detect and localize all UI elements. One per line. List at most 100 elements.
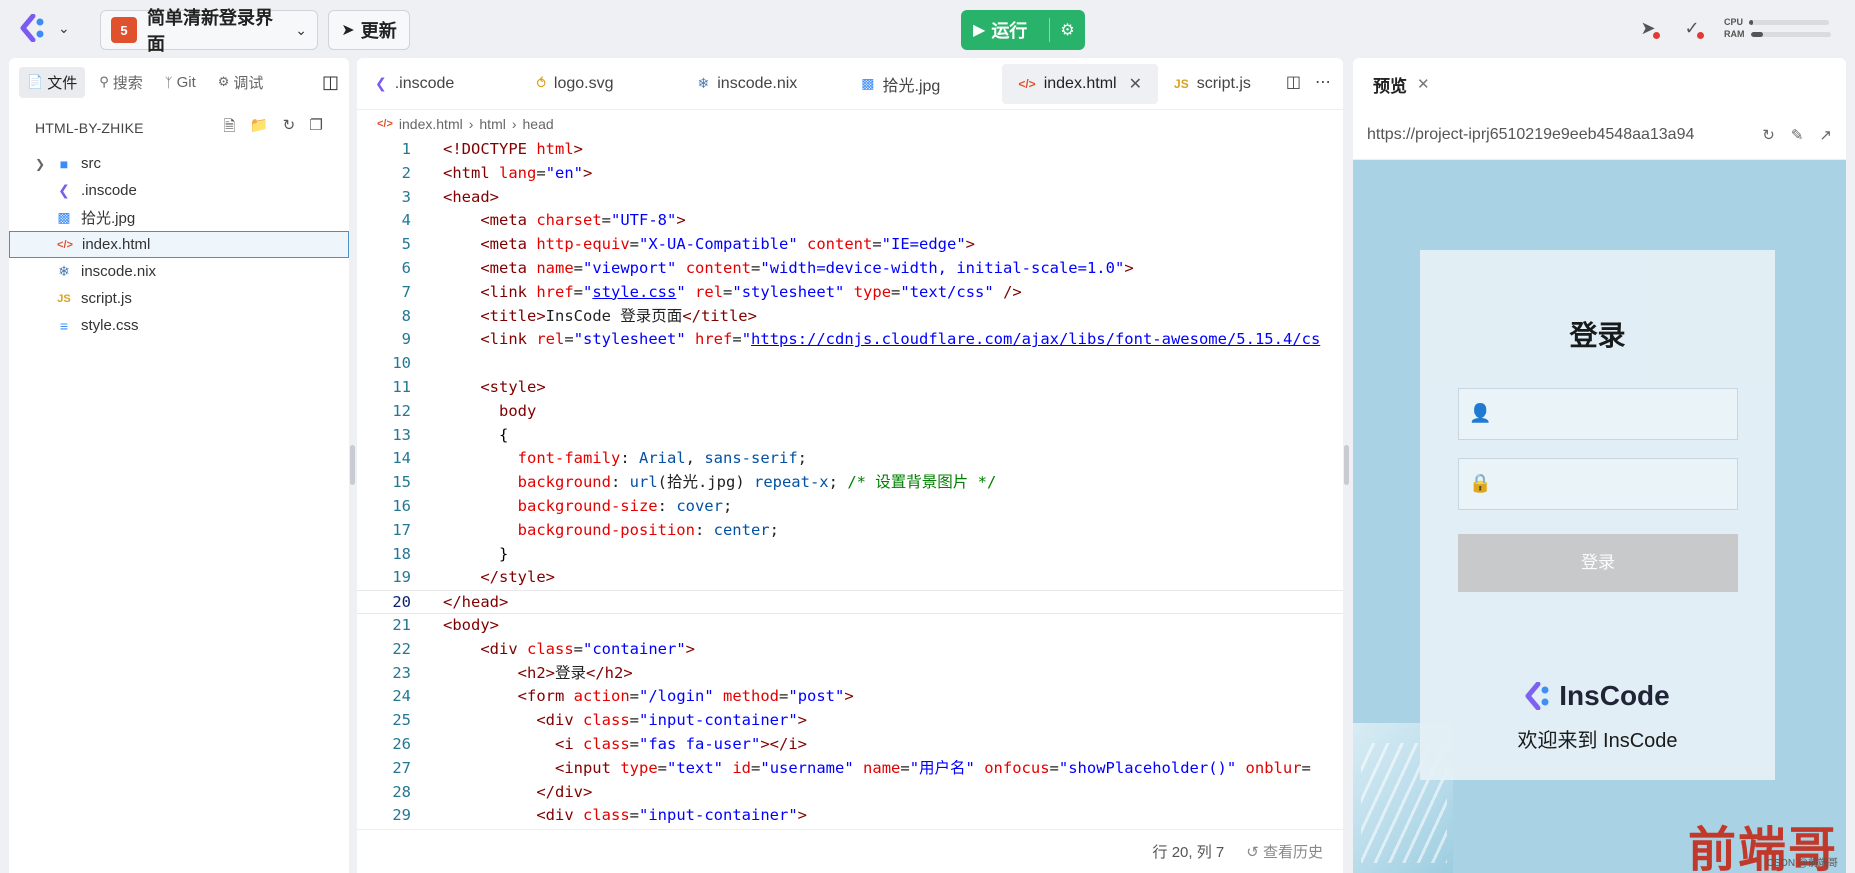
code-line: 17 background-position: center; <box>392 520 779 539</box>
code-line: 19 </style> <box>392 568 555 587</box>
welcome-text: 欢迎来到 InsCode <box>1517 730 1678 752</box>
code-line: 28 </div> <box>392 782 593 801</box>
code-area[interactable]: 1 <!DOCTYPE html> 2 <html lang="en"> 3 <hea… <box>357 138 1343 828</box>
tab-label: .inscode <box>394 74 455 92</box>
login-button[interactable]: 登录 <box>1458 534 1738 592</box>
nix-icon: ❄ <box>697 75 710 91</box>
password-input[interactable]: 🔒 <box>1458 458 1738 510</box>
refresh-icon[interactable]: ↻ <box>1762 126 1775 144</box>
more-icon[interactable]: ⋯ <box>1315 72 1331 92</box>
split-editor-icon[interactable]: ◫ <box>1286 72 1301 92</box>
alert-dot <box>1697 32 1704 39</box>
breadcrumb-item[interactable]: index.html <box>399 116 463 132</box>
inscode-logo-icon <box>1525 682 1549 710</box>
tree-item-script-js[interactable]: JS script.js <box>9 285 349 312</box>
tree-item-nix[interactable]: ❄ inscode.nix <box>9 258 349 285</box>
js-icon: JS <box>1174 76 1189 91</box>
close-icon[interactable]: ✕ <box>1417 75 1430 93</box>
code-line: 2 <html lang="en"> <box>401 163 593 182</box>
preview-title: 预览 <box>1373 76 1407 96</box>
code-line: 12 body <box>392 401 537 420</box>
app-logo-menu[interactable]: ⌄ <box>20 14 70 42</box>
edit-icon[interactable]: ✎ <box>1791 126 1804 144</box>
js-icon: JS <box>57 292 71 305</box>
tab-logo-svg[interactable]: ⥀ logo.svg <box>520 64 629 104</box>
ram-fill <box>1750 31 1763 37</box>
tab-image[interactable]: ▩ 拾光.jpg <box>845 64 956 104</box>
tree-item-label: style.css <box>81 317 139 334</box>
preview-header: 预览 ✕ <box>1353 58 1846 110</box>
breadcrumb-item[interactable]: html <box>479 116 505 132</box>
gear-icon: ⚙ <box>1060 22 1075 39</box>
deploy-button[interactable]: ➤ <box>1636 16 1660 40</box>
tab-label: inscode.nix <box>717 74 798 92</box>
code-editor: ❮ .inscode ⥀ logo.svg ❄ inscode.nix ▩ 拾光… <box>357 58 1343 873</box>
html-icon: </> <box>57 238 73 251</box>
tree-item-index-html[interactable]: </> index.html <box>9 231 349 258</box>
tree-item-label: script.js <box>81 290 132 307</box>
image-icon: ▩ <box>57 209 71 225</box>
tree-item-image[interactable]: ▩ 拾光.jpg <box>9 204 349 231</box>
css-icon: ≡ <box>59 317 69 334</box>
tab-script-js[interactable]: JS script.js <box>1158 64 1267 104</box>
tree-item-style-css[interactable]: ≡ style.css <box>9 312 349 339</box>
run-button-group: ▶ 运行 ⚙ <box>961 10 1085 50</box>
view-history-button[interactable]: ↺ 查看历史 <box>1246 841 1323 862</box>
preview-url-bar: https://project-iprj6510219e9eeb4548aa13… <box>1353 110 1846 160</box>
top-right-tools: ➤ ✓ CPU RAM <box>1636 16 1831 40</box>
ram-label: RAM <box>1724 29 1745 39</box>
tab-label: Git <box>176 73 196 91</box>
tab-inscode-nix[interactable]: ❄ inscode.nix <box>682 64 814 104</box>
new-folder-icon[interactable]: 📁 <box>250 116 269 141</box>
tab-files[interactable]: 📄 文件 <box>19 66 86 98</box>
debug-button[interactable]: ✓ <box>1680 16 1704 40</box>
nix-icon: ❄ <box>58 263 70 279</box>
close-icon[interactable]: ✕ <box>1129 74 1142 94</box>
code-line: 3 <head> <box>401 187 499 206</box>
code-line: 22 <div class="container"> <box>392 639 696 658</box>
editor-resize-handle[interactable] <box>1344 445 1349 485</box>
alert-dot <box>1653 32 1660 39</box>
collapse-all-icon[interactable]: ❐ <box>309 116 323 141</box>
tab-inscode[interactable]: ❮ .inscode <box>357 64 470 104</box>
tree-item-inscode[interactable]: ❮ .inscode <box>9 177 349 204</box>
breadcrumb-item[interactable]: head <box>523 116 554 132</box>
code-line: 26 <i class="fas fa-user"></i> <box>392 734 808 753</box>
left-resize-handle[interactable] <box>350 445 355 485</box>
code-line: 25 <div class="input-container"> <box>392 711 807 730</box>
code-line: 14 font-family: Arial, sans-serif; <box>392 449 807 468</box>
code-line: 15 background: url(拾光.jpg) repeat-x; /* … <box>392 473 997 492</box>
bug-icon: ⚙ <box>217 74 230 89</box>
login-title: 登录 <box>1569 320 1626 351</box>
tab-debug[interactable]: ⚙ 调试 <box>210 67 272 98</box>
tab-index-html[interactable]: </> index.html ✕ <box>1002 63 1159 104</box>
refresh-icon[interactable]: ↻ <box>283 116 296 141</box>
username-input[interactable]: 👤 <box>1458 388 1738 440</box>
cursor-position[interactable]: 行 20, 列 7 <box>1153 841 1225 862</box>
chevron-right-icon: › <box>468 116 474 132</box>
preview-url[interactable]: https://project-iprj6510219e9eeb4548aa13… <box>1367 126 1754 144</box>
preview-actions: ↻ ✎ ↗ <box>1762 126 1832 144</box>
file-tree: ❯ ■ src ❮ .inscode ▩ 拾光.jpg </> index.ht… <box>9 150 349 339</box>
git-icon: ᛉ <box>164 74 173 90</box>
code-line: 21 <body> <box>392 615 499 634</box>
cpu-fill <box>1749 19 1754 25</box>
project-name: 简单清新登录界面 <box>147 8 273 54</box>
external-link-icon[interactable]: ↗ <box>1819 126 1832 144</box>
tab-search[interactable]: ⚲ 搜索 <box>91 67 151 98</box>
status-bar: 行 20, 列 7 ↺ 查看历史 <box>357 829 1343 873</box>
run-button[interactable]: ▶ 运行 <box>961 17 1049 43</box>
brand-name: InsCode <box>1559 680 1670 711</box>
new-file-icon[interactable]: 🗎 <box>223 116 235 141</box>
editor-tab-actions: ◫ ⋯ <box>1286 72 1331 92</box>
update-button[interactable]: ➤ 更新 <box>328 10 410 50</box>
project-selector[interactable]: 5 简单清新登录界面 ⌄ <box>100 8 318 54</box>
sidebar-toggle-icon[interactable]: ◫ <box>322 72 339 93</box>
run-settings-button[interactable]: ⚙ <box>1050 20 1085 40</box>
file-explorer-panel: 📄 文件 ⚲ 搜索 ᛉ Git ⚙ 调试 ◫ HTML-BY-ZHIKE 🗎 📁… <box>9 58 349 873</box>
tab-git[interactable]: ᛉ Git <box>157 69 204 96</box>
left-panel-tabs: 📄 文件 ⚲ 搜索 ᛉ Git ⚙ 调试 ◫ <box>9 58 349 106</box>
history-icon: ↺ <box>1246 844 1259 861</box>
project-title: HTML-BY-ZHIKE <box>35 120 144 136</box>
tree-item-src[interactable]: ❯ ■ src <box>9 150 349 177</box>
